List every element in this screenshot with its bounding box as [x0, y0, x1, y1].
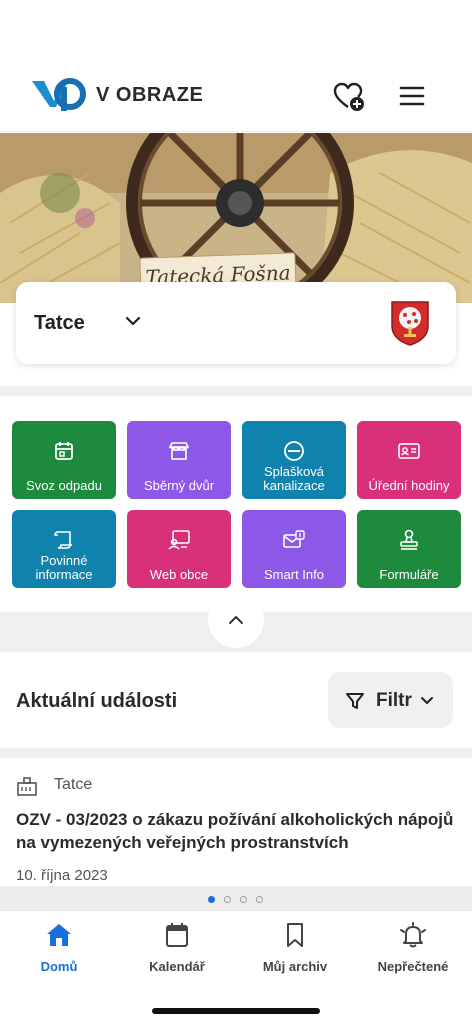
- tile-label: Formuláře: [379, 567, 439, 582]
- mail-info-icon: [283, 530, 305, 548]
- app-header: V OBRAZE: [0, 60, 472, 132]
- filter-label: Filtr: [376, 690, 412, 711]
- scroll-icon: [54, 531, 72, 549]
- pager-dot-active[interactable]: [208, 896, 215, 903]
- vp-logo[interactable]: [30, 77, 86, 111]
- tile-web-obce[interactable]: Web obce: [127, 510, 231, 588]
- bell-icon: [400, 922, 426, 948]
- calendar-icon: [166, 923, 188, 947]
- tile-sberny-dvur[interactable]: Sběrný dvůr: [127, 421, 231, 499]
- brand-title: V OBRAZE: [96, 84, 204, 106]
- tile-label: Web obce: [149, 567, 209, 582]
- nav-label: Nepřečtené: [377, 959, 449, 974]
- filter-button[interactable]: Filtr: [328, 672, 453, 728]
- section-divider: [0, 386, 472, 396]
- chevron-down-icon[interactable]: [122, 310, 144, 332]
- section-divider: [0, 748, 472, 758]
- nav-unread[interactable]: Nepřečtené: [354, 921, 472, 981]
- home-indicator[interactable]: [152, 1008, 320, 1014]
- chevron-up-icon: [229, 616, 243, 624]
- tile-label: Sběrný dvůr: [143, 478, 215, 493]
- nav-home[interactable]: Domů: [0, 921, 118, 981]
- tile-svoz-odpadu[interactable]: Svoz odpadu: [12, 421, 116, 499]
- tile-label: Povinné informace: [35, 553, 93, 582]
- tile-label: Smart Info: [264, 567, 324, 582]
- tile-label: Svoz odpadu: [26, 478, 102, 493]
- coat-of-arms-icon: [391, 301, 429, 346]
- event-title[interactable]: OZV - 03/2023 o zákazu požívání alkoholi…: [16, 808, 456, 854]
- filter-icon: [346, 693, 364, 709]
- nav-label: Kalendář: [149, 959, 205, 974]
- tile-formulare[interactable]: Formuláře: [357, 510, 461, 588]
- id-card-icon: [398, 443, 420, 459]
- bottom-navigation: Domů Kalendář Můj archiv Nepřečtené: [0, 910, 472, 1024]
- events-header: Aktuální události Filtr: [0, 652, 472, 748]
- chevron-down-icon: [421, 697, 433, 704]
- collapse-tiles-button[interactable]: [208, 592, 264, 648]
- calendar-icon: [55, 442, 73, 460]
- hero-banner: Tatecká Fošna: [0, 133, 472, 303]
- nav-calendar[interactable]: Kalendář: [118, 921, 236, 981]
- tile-povinne-informace[interactable]: Povinné informace: [12, 510, 116, 588]
- event-card[interactable]: Tatce OZV - 03/2023 o zákazu požívání al…: [0, 758, 472, 886]
- web-user-icon: [168, 530, 190, 550]
- tile-smart-info[interactable]: Smart Info: [242, 510, 346, 588]
- tile-uredni-hodiny[interactable]: Úřední hodiny: [357, 421, 461, 499]
- event-date: 10. října 2023: [16, 867, 108, 884]
- pager-dot[interactable]: [240, 896, 247, 903]
- tile-label: Úřední hodiny: [368, 478, 450, 493]
- nav-label: Můj archiv: [262, 959, 328, 974]
- hamburger-menu-icon[interactable]: [396, 80, 428, 112]
- bookmark-icon: [287, 923, 303, 947]
- heart-plus-icon[interactable]: [332, 80, 366, 112]
- tile-splaskova-kanalizace[interactable]: Splašková kanalizace: [242, 421, 346, 499]
- town-name: Tatce: [34, 312, 85, 334]
- nav-label: Domů: [40, 959, 78, 974]
- no-entry-icon: [284, 441, 304, 461]
- tile-label: Splašková kanalizace: [263, 464, 325, 493]
- events-title: Aktuální události: [16, 690, 178, 712]
- pager-dot[interactable]: [224, 896, 231, 903]
- store-icon: [168, 442, 190, 460]
- stamp-icon: [400, 529, 418, 550]
- nav-my-archive[interactable]: Můj archiv: [236, 921, 354, 981]
- pager-dot[interactable]: [256, 896, 263, 903]
- town-selector[interactable]: Tatce: [16, 282, 456, 364]
- event-source: Tatce: [54, 776, 93, 793]
- town-hall-icon: [17, 777, 37, 796]
- home-icon: [47, 924, 71, 946]
- carousel-pager: [0, 886, 472, 910]
